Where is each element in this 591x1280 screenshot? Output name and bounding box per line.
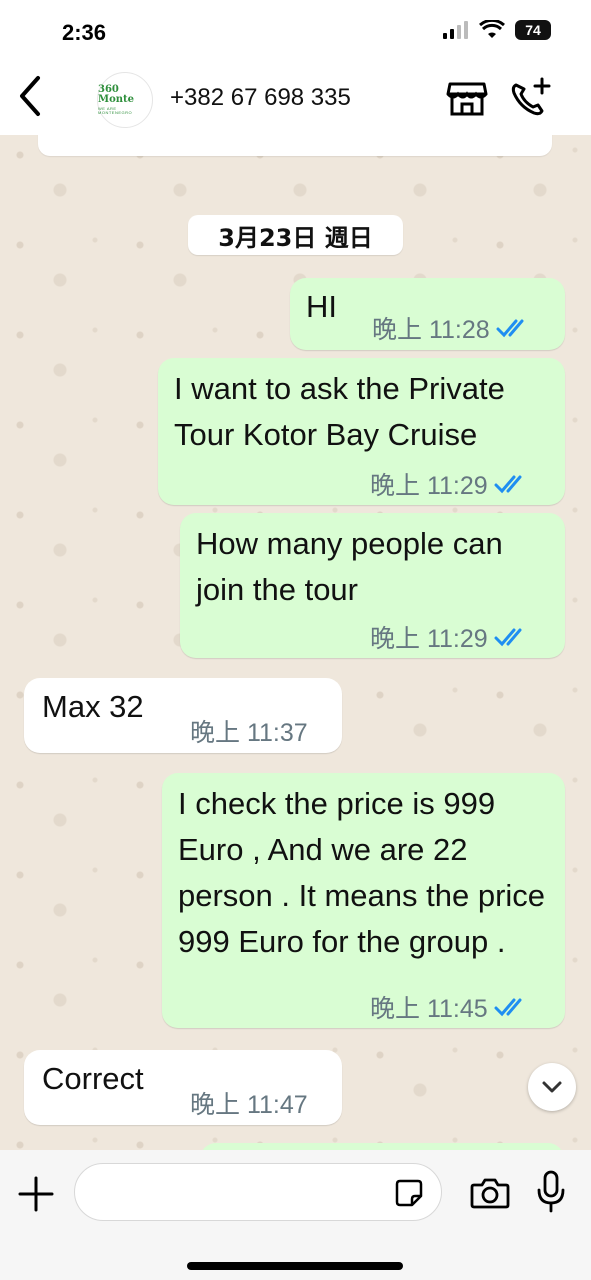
avatar-subtitle: WE ARE MONTENEGRO: [98, 106, 133, 115]
avatar[interactable]: 360 Monte WE ARE MONTENEGRO: [97, 72, 153, 128]
message-meta: 晚上 11:45: [370, 989, 532, 1025]
sticker-icon: [395, 1179, 423, 1207]
home-indicator: [187, 1262, 403, 1270]
message-time: 晚上 11:37: [190, 719, 308, 747]
message-meta: 晚上 11:29: [370, 619, 532, 655]
message-meta: 晚上 11:28: [372, 310, 534, 346]
message-meta: 晚上 11:47: [190, 1085, 308, 1121]
message-bubble-incoming[interactable]: Max 32 晚上 11:37: [24, 678, 342, 753]
wifi-icon: [479, 20, 505, 38]
message-time: 晚上 11:28: [372, 316, 490, 344]
phone-plus-icon: [511, 77, 551, 116]
status-time: 2:36: [62, 20, 107, 45]
message-bubble-outgoing-partial: [200, 1143, 564, 1150]
back-button[interactable]: [10, 72, 50, 122]
microphone-button[interactable]: [536, 1170, 566, 1214]
message-bubble-outgoing[interactable]: How many people can join the tour 晚上 11:…: [180, 513, 565, 658]
message-time: 晚上 11:29: [370, 472, 488, 500]
message-time: 晚上 11:29: [370, 625, 488, 653]
chevron-down-icon: [542, 1081, 562, 1093]
sticker-button[interactable]: [394, 1178, 424, 1208]
business-catalog-button[interactable]: [446, 80, 488, 118]
microphone-icon: [537, 1170, 565, 1213]
message-time: 晚上 11:45: [370, 995, 488, 1023]
message-time: 晚上 11:47: [190, 1091, 308, 1119]
chevron-left-icon: [20, 76, 40, 116]
message-bubble-incoming[interactable]: Correct 晚上 11:47: [24, 1050, 342, 1125]
double-check-icon: [494, 628, 522, 647]
signal-icon: [443, 21, 468, 39]
message-input[interactable]: [74, 1163, 442, 1221]
chat-header: 360 Monte WE ARE MONTENEGRO +382 67 698 …: [0, 62, 591, 135]
composer-bar: [0, 1150, 591, 1280]
message-text: I check the price is 999 Euro , And we a…: [178, 786, 546, 959]
message-meta: 晚上 11:29: [370, 466, 532, 502]
double-check-icon: [494, 998, 522, 1017]
camera-icon: [470, 1178, 510, 1209]
avatar-logo: 360 Monte: [98, 84, 134, 105]
battery-icon: 74: [515, 20, 551, 40]
message-bubble-outgoing[interactable]: I check the price is 999 Euro , And we a…: [162, 773, 565, 1028]
message-meta: 晚上 11:37: [190, 713, 308, 749]
add-call-button[interactable]: [508, 77, 552, 117]
message-text: Correct: [42, 1061, 144, 1096]
status-bar: 2:36 74: [0, 0, 591, 62]
double-check-icon: [496, 319, 524, 338]
message-text: Max 32: [42, 689, 144, 724]
chat-area[interactable]: 3月23日 週日 HI 晚上 11:28 I want to ask the P…: [0, 135, 591, 1150]
plus-icon: [18, 1176, 54, 1212]
store-icon: [446, 82, 488, 116]
camera-button[interactable]: [470, 1175, 510, 1211]
previous-message-card: [38, 135, 552, 156]
contact-name[interactable]: +382 67 698 335: [170, 84, 351, 112]
message-text: I want to ask the Private Tour Kotor Bay…: [174, 371, 505, 452]
date-divider: 3月23日 週日: [188, 215, 403, 255]
status-icons: 74: [443, 20, 551, 40]
message-bubble-outgoing[interactable]: I want to ask the Private Tour Kotor Bay…: [158, 358, 565, 505]
message-bubble-outgoing[interactable]: HI 晚上 11:28: [290, 278, 565, 350]
double-check-icon: [494, 475, 522, 494]
attach-button[interactable]: [16, 1174, 56, 1214]
scroll-to-bottom-button[interactable]: [528, 1063, 576, 1111]
message-text: How many people can join the tour: [196, 526, 503, 607]
